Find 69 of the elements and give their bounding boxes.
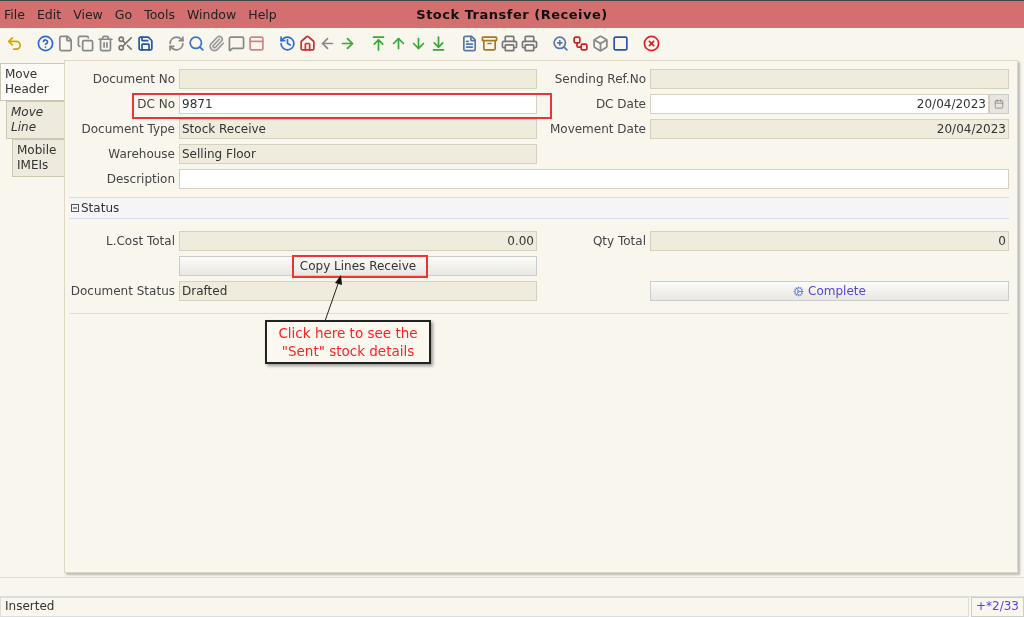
menu-item[interactable]: Tools: [144, 7, 175, 22]
report-icon[interactable]: [461, 34, 478, 52]
scissors-icon[interactable]: [117, 34, 134, 52]
menu-item[interactable]: View: [73, 7, 103, 22]
field-label: Movement Date: [548, 122, 647, 136]
workflow-icon[interactable]: [572, 34, 589, 52]
input-field[interactable]: Selling Floor: [179, 144, 537, 164]
box-icon[interactable]: [592, 34, 609, 52]
calendar-button[interactable]: [989, 94, 1009, 114]
gear-icon: [793, 285, 805, 297]
first-record-icon[interactable]: [370, 34, 387, 52]
collapse-icon[interactable]: [71, 204, 79, 212]
input-field: 0: [650, 231, 1009, 251]
field-label: Document Status: [69, 284, 176, 298]
status-message: Inserted: [0, 597, 969, 617]
trash-icon[interactable]: [97, 34, 114, 52]
refresh-icon[interactable]: [168, 34, 185, 52]
input-field[interactable]: [179, 69, 537, 89]
chat-icon[interactable]: [228, 34, 245, 52]
input-field[interactable]: [179, 169, 1009, 189]
home-icon[interactable]: [299, 34, 316, 52]
square-icon[interactable]: [612, 34, 629, 52]
field-label: DC Date: [594, 97, 647, 111]
tab[interactable]: Move Line: [6, 101, 64, 139]
paperclip-icon[interactable]: [208, 34, 225, 52]
callout-note: Click here to see the "Sent" stock details: [265, 320, 431, 364]
field-label: Warehouse: [107, 147, 176, 161]
input-field[interactable]: 20/04/2023: [650, 119, 1009, 139]
input-field: Drafted: [179, 281, 537, 301]
field-label: Document No: [91, 72, 176, 86]
save-icon[interactable]: [137, 34, 154, 52]
zoom-icon[interactable]: [552, 34, 569, 52]
input-field[interactable]: [650, 69, 1009, 89]
menu-item[interactable]: Help: [248, 7, 277, 22]
history-icon[interactable]: [279, 34, 296, 52]
menu-item[interactable]: Window: [186, 7, 237, 22]
field-label: L.Cost Total: [104, 234, 176, 248]
copy-icon[interactable]: [77, 34, 94, 52]
last-record-icon[interactable]: [430, 34, 447, 52]
calendar-icon: [994, 99, 1004, 109]
field-label: Qty Total: [591, 234, 647, 248]
field-label: DC No: [136, 97, 176, 111]
field-label: Description: [105, 172, 176, 186]
input-field[interactable]: Stock Receive: [179, 119, 537, 139]
help-icon[interactable]: [37, 34, 54, 52]
close-icon[interactable]: [643, 34, 660, 52]
date-field[interactable]: 20/04/2023: [650, 94, 989, 114]
copy-lines-button[interactable]: Copy Lines Receive: [179, 256, 537, 276]
menu-item[interactable]: Go: [114, 7, 133, 22]
complete-button[interactable]: Complete: [650, 281, 1009, 301]
field-label: Document Type: [80, 122, 176, 136]
menu-item[interactable]: Edit: [36, 7, 62, 22]
print-preview-icon[interactable]: [501, 34, 518, 52]
section-title: Status: [81, 201, 120, 215]
print-icon[interactable]: [521, 34, 538, 52]
tab[interactable]: Move Header: [0, 63, 64, 101]
document-icon[interactable]: [57, 34, 74, 52]
field-label: Sending Ref.No: [553, 72, 647, 86]
section-header[interactable]: Status: [69, 197, 1009, 219]
record-counter: +*2/33: [971, 597, 1024, 617]
window-title: Stock Transfer (Receive): [416, 7, 608, 22]
menu-item[interactable]: File: [4, 7, 25, 22]
undo-icon[interactable]: [6, 34, 23, 52]
input-field[interactable]: 9871: [179, 94, 537, 114]
tab[interactable]: Mobile IMEIs: [12, 139, 64, 177]
search-icon[interactable]: [188, 34, 205, 52]
archive-icon[interactable]: [481, 34, 498, 52]
window-icon[interactable]: [248, 34, 265, 52]
input-field: 0.00: [179, 231, 537, 251]
